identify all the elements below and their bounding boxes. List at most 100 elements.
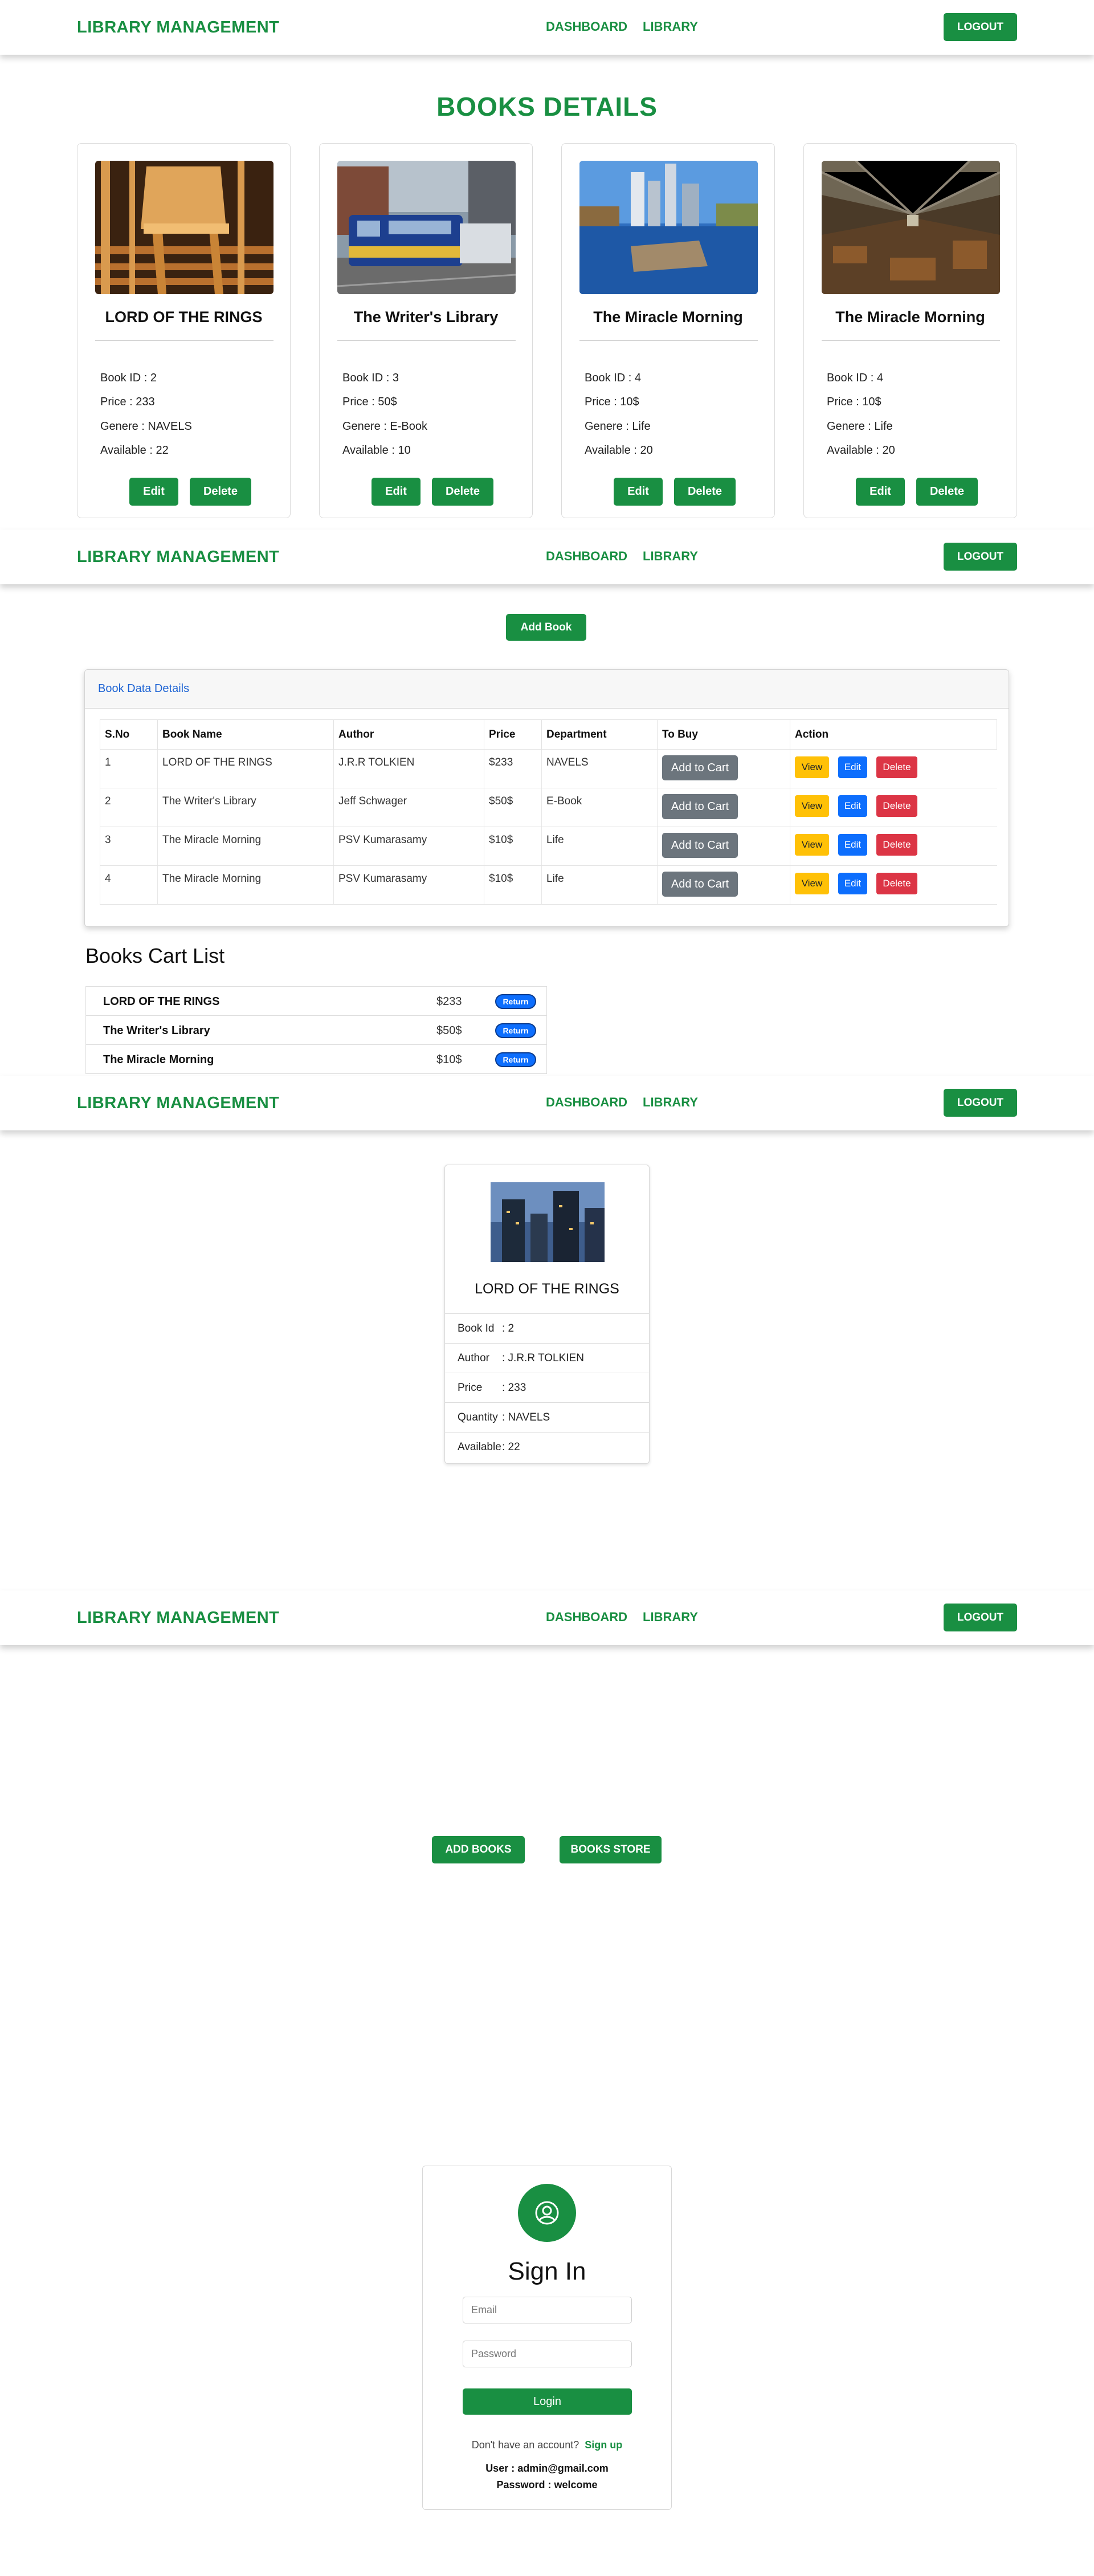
cart-title: Books Cart List [85,944,225,967]
view-button[interactable]: View [795,873,829,894]
books-store-button[interactable]: BOOKS STORE [560,1836,662,1863]
cell-department: E-Book [541,788,658,827]
edit-button[interactable]: Edit [129,478,178,506]
signup-link[interactable]: Sign up [585,2439,622,2451]
nav-link-dashboard[interactable]: DASHBOARD [546,1095,627,1110]
delete-button[interactable]: Delete [876,834,917,856]
return-button[interactable]: Return [495,994,536,1009]
nav-link-library[interactable]: LIBRARY [643,1095,698,1110]
navbar: LIBRARY MANAGEMENT DASHBOARD LIBRARY LOG… [0,530,1094,584]
column-header: Department [541,719,658,750]
column-header: To Buy [657,719,790,750]
nav-link-dashboard[interactable]: DASHBOARD [546,19,627,34]
edit-button[interactable]: Edit [838,756,867,778]
cell-author: PSV Kumarasamy [333,827,484,866]
book-data-card: Book Data Details S.No Book Name Author … [84,669,1009,927]
cell-action: View Edit Delete [790,827,997,866]
cart-item-price: $50$ [436,1024,462,1037]
detail-value: : NAVELS [502,1411,550,1423]
logout-button[interactable]: LOGOUT [944,13,1017,41]
user-circle-icon [535,2201,559,2225]
cell-to-buy: Add to Cart [657,788,790,827]
add-to-cart-button[interactable]: Add to Cart [662,833,738,858]
add-books-button[interactable]: ADD BOOKS [432,1836,525,1863]
card-divider [822,340,1000,341]
detail-label: Book Id [458,1322,495,1334]
book-genre: Genere : Life [827,420,893,433]
nav-link-dashboard[interactable]: DASHBOARD [546,549,627,564]
detail-value: : 2 [502,1322,515,1334]
nav-link-library[interactable]: LIBRARY [643,549,698,564]
edit-button[interactable]: Edit [838,795,867,817]
book-cover-image [95,161,274,294]
cell-book-name: The Miracle Morning [157,827,334,866]
book-detail-card: LORD OF THE RINGS Book Id: 2 Author: J.R… [444,1165,650,1464]
logout-button[interactable]: LOGOUT [944,1604,1017,1631]
cell-department: Life [541,865,658,905]
return-button[interactable]: Return [495,1023,536,1038]
add-to-cart-button[interactable]: Add to Cart [662,755,738,780]
book-id: Book ID : 4 [827,372,883,384]
delete-button[interactable]: Delete [674,478,736,506]
password-field[interactable] [463,2341,632,2367]
book-title: LORD OF THE RINGS [475,1281,619,1297]
navbar: LIBRARY MANAGEMENT DASHBOARD LIBRARY LOG… [0,1590,1094,1645]
add-to-cart-button[interactable]: Add to Cart [662,794,738,819]
delete-button[interactable]: Delete [876,795,917,817]
edit-button[interactable]: Edit [838,834,867,856]
cart-item: The Writer's Library $50$ Return [85,1015,547,1045]
book-price: Price : 10$ [585,396,639,408]
edit-button[interactable]: Edit [614,478,663,506]
email-field[interactable] [463,2297,632,2323]
edit-button[interactable]: Edit [838,873,867,894]
edit-button[interactable]: Edit [856,478,905,506]
add-book-button[interactable]: Add Book [506,614,586,641]
navbar: LIBRARY MANAGEMENT DASHBOARD LIBRARY LOG… [0,0,1094,55]
book-price: Price : 50$ [342,396,397,408]
book-price: Price : 10$ [827,396,881,408]
delete-button[interactable]: Delete [190,478,251,506]
nav-link-library[interactable]: LIBRARY [643,19,698,34]
detail-row-available: Available: 22 [445,1432,649,1462]
detail-label: Price [458,1382,483,1394]
delete-button[interactable]: Delete [916,478,978,506]
view-button[interactable]: View [795,834,829,856]
cell-price: $10$ [484,827,542,866]
edit-button[interactable]: Edit [372,478,421,506]
column-header: Price [484,719,542,750]
login-button[interactable]: Login [463,2388,632,2415]
delete-button[interactable]: Delete [876,756,917,778]
view-button[interactable]: View [795,756,829,778]
book-title: LORD OF THE RINGS [105,308,263,325]
detail-row-book-id: Book Id : 2 [445,1313,649,1343]
add-to-cart-button[interactable]: Add to Cart [662,872,738,897]
detail-label: Author [458,1352,489,1364]
nav-brand[interactable]: LIBRARY MANAGEMENT [77,1094,279,1113]
cell-to-buy: Add to Cart [657,827,790,866]
book-cover-image [822,161,1000,294]
book-title: The Miracle Morning [835,308,985,325]
nav-brand[interactable]: LIBRARY MANAGEMENT [77,18,279,37]
card-divider [95,340,274,341]
delete-button[interactable]: Delete [876,873,917,894]
page-title: BOOKS DETAILS [436,92,658,121]
book-card: The Miracle Morning Book ID : 4 Price : … [561,143,775,518]
nav-brand[interactable]: LIBRARY MANAGEMENT [77,548,279,567]
logout-button[interactable]: LOGOUT [944,543,1017,571]
nav-brand[interactable]: LIBRARY MANAGEMENT [77,1609,279,1627]
column-header: Author [333,719,484,750]
signup-prompt-text: Don't have an account? [471,2439,579,2451]
view-button[interactable]: View [795,795,829,817]
table-row: 2 The Writer's Library Jeff Schwager $50… [100,788,997,827]
cart-item-name: The Miracle Morning [103,1053,214,1066]
logout-button[interactable]: LOGOUT [944,1089,1017,1117]
nav-link-library[interactable]: LIBRARY [643,1610,698,1625]
return-button[interactable]: Return [495,1052,536,1067]
cart-item: The Miracle Morning $10$ Return [85,1044,547,1074]
nav-link-dashboard[interactable]: DASHBOARD [546,1610,627,1625]
table-row: 1 LORD OF THE RINGS J.R.R TOLKIEN $233 N… [100,749,997,788]
cell-department: NAVELS [541,749,658,788]
book-title: The Writer's Library [353,308,499,325]
delete-button[interactable]: Delete [432,478,493,506]
cart-item: LORD OF THE RINGS $233 Return [85,986,547,1016]
